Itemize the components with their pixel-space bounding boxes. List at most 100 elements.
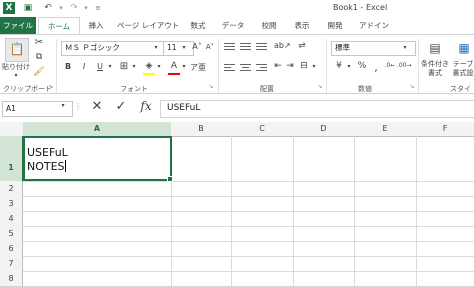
cell[interactable] — [293, 136, 355, 182]
name-box-dropdown-icon[interactable]: ▾ — [58, 102, 68, 109]
cell[interactable] — [171, 256, 232, 272]
cell[interactable] — [171, 226, 232, 242]
clipboard-launcher-icon[interactable]: ↘ — [47, 83, 55, 90]
tab-home[interactable]: ホーム — [38, 17, 80, 35]
phonetic-guide-icon[interactable]: ア亜 — [190, 62, 206, 73]
format-as-table-label-2[interactable]: 書式設 — [452, 68, 474, 78]
cell[interactable] — [293, 241, 355, 257]
cell[interactable] — [171, 181, 232, 197]
cancel-entry-icon[interactable]: ✕ — [90, 99, 104, 114]
tab-data[interactable]: データ — [219, 17, 247, 34]
cell[interactable] — [23, 241, 172, 257]
borders-dropdown-icon[interactable]: ▾ — [130, 63, 138, 70]
currency-dropdown-icon[interactable]: ▾ — [345, 63, 353, 70]
column-header-d[interactable]: D — [293, 122, 355, 137]
cell[interactable] — [354, 136, 417, 182]
format-painter-icon[interactable]: 🖌 — [33, 67, 45, 77]
merge-dropdown-icon[interactable]: ▾ — [310, 63, 318, 70]
row-header-3[interactable]: 3 — [0, 196, 23, 212]
font-launcher-icon[interactable]: ↘ — [207, 83, 215, 90]
cell[interactable] — [231, 181, 294, 197]
decrease-indent-icon[interactable]: ⇤ — [272, 61, 284, 71]
insert-function-icon[interactable]: fx — [138, 99, 154, 113]
cell[interactable] — [231, 136, 294, 182]
align-left-icon[interactable] — [224, 64, 235, 73]
cell[interactable] — [416, 181, 474, 197]
currency-format-icon[interactable]: ¥ — [333, 61, 345, 71]
shrink-font-icon[interactable]: A˅ — [205, 43, 215, 51]
cell[interactable] — [23, 226, 172, 242]
format-as-table-icon[interactable]: ▦ — [455, 39, 473, 57]
paste-label[interactable]: 貼り付け — [2, 62, 30, 72]
cell[interactable] — [293, 226, 355, 242]
cell[interactable] — [293, 211, 355, 227]
row-header-1[interactable]: 1 — [0, 136, 24, 182]
tab-formulas[interactable]: 数式 — [186, 17, 210, 34]
cell[interactable] — [171, 241, 232, 257]
font-color-icon[interactable]: A — [168, 61, 180, 71]
column-header-c[interactable]: C — [231, 122, 294, 137]
cell[interactable] — [231, 226, 294, 242]
cell[interactable] — [354, 211, 417, 227]
increase-indent-icon[interactable]: ⇥ — [284, 61, 296, 71]
cell[interactable] — [293, 256, 355, 272]
align-center-icon[interactable] — [240, 64, 251, 73]
cell[interactable] — [171, 136, 232, 182]
comma-style-icon[interactable]: , — [370, 61, 382, 74]
font-color-dropdown-icon[interactable]: ▾ — [180, 63, 188, 70]
undo-icon[interactable]: ↶ — [42, 2, 54, 14]
align-middle-icon[interactable] — [240, 43, 251, 52]
row-header-4[interactable]: 4 — [0, 211, 23, 227]
paste-icon[interactable]: 📋 — [5, 38, 29, 62]
customize-qat-icon[interactable]: ≡ — [92, 2, 104, 14]
active-cell-a1[interactable]: USEFuL NOTES — [23, 136, 173, 182]
redo-icon[interactable]: ↷ — [68, 2, 80, 14]
align-bottom-icon[interactable] — [256, 43, 267, 52]
cell[interactable] — [171, 211, 232, 227]
orientation-icon[interactable]: ab↗ — [274, 41, 291, 50]
italic-button[interactable]: I — [79, 62, 89, 71]
save-icon[interactable]: ▣ — [22, 2, 34, 14]
redo-dropdown-icon[interactable]: ▾ — [80, 2, 92, 14]
column-header-f[interactable]: F — [416, 122, 474, 137]
cell[interactable] — [231, 196, 294, 212]
wrap-text-icon[interactable]: ⇌ — [296, 41, 308, 51]
cell[interactable] — [23, 196, 172, 212]
cell[interactable] — [293, 271, 355, 287]
fill-color-dropdown-icon[interactable]: ▾ — [155, 63, 163, 70]
cell[interactable] — [416, 256, 474, 272]
increase-decimal-icon[interactable]: .0← — [384, 62, 396, 69]
cell[interactable] — [293, 196, 355, 212]
cell[interactable] — [354, 226, 417, 242]
cut-icon[interactable]: ✂ — [33, 37, 45, 48]
column-header-b[interactable]: B — [171, 122, 232, 137]
paste-dropdown-icon[interactable]: ▾ — [6, 72, 26, 79]
row-header-7[interactable]: 7 — [0, 256, 23, 272]
cell[interactable] — [23, 181, 172, 197]
conditional-formatting-icon[interactable]: ▤ — [426, 39, 444, 57]
tab-addins[interactable]: アドイン — [356, 17, 392, 34]
cell[interactable] — [416, 241, 474, 257]
cell[interactable] — [416, 136, 474, 182]
fill-color-icon[interactable]: ◈ — [143, 61, 155, 71]
fill-handle[interactable] — [167, 176, 173, 182]
cell[interactable] — [354, 241, 417, 257]
copy-icon[interactable]: ⧉ — [33, 52, 45, 62]
row-header-5[interactable]: 5 — [0, 226, 23, 242]
select-all-corner[interactable] — [0, 122, 24, 137]
undo-dropdown-icon[interactable]: ▾ — [55, 2, 67, 14]
row-header-8[interactable]: 8 — [0, 271, 23, 287]
number-launcher-icon[interactable]: ↘ — [408, 83, 416, 90]
bold-button[interactable]: B — [63, 62, 73, 71]
cell[interactable] — [354, 256, 417, 272]
cell[interactable] — [416, 196, 474, 212]
decrease-decimal-icon[interactable]: .00→ — [397, 62, 412, 69]
number-format-dropdown-icon[interactable]: ▾ — [400, 41, 410, 54]
formula-input[interactable]: USEFuL — [160, 100, 474, 118]
tab-page-layout[interactable]: ページ レイアウト — [117, 17, 179, 34]
cell[interactable] — [231, 271, 294, 287]
merge-center-icon[interactable]: ⊟ — [298, 61, 310, 71]
cell[interactable] — [231, 256, 294, 272]
align-top-icon[interactable] — [224, 43, 235, 52]
font-name-dropdown-icon[interactable]: ▾ — [151, 41, 161, 54]
